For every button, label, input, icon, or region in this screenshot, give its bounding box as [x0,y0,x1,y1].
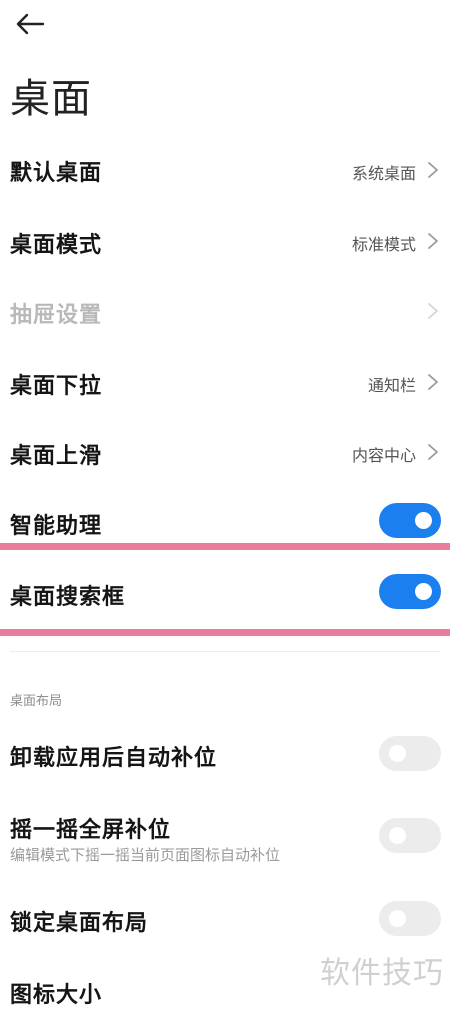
back-arrow-icon [16,13,45,35]
row-value: 通知栏 [367,376,416,395]
section-divider [10,651,440,652]
page-title: 桌面 [10,76,92,122]
row-value: 系统桌面 [351,164,416,183]
row-label: 图标大小 [10,983,103,1008]
toggle-knob [415,512,432,529]
row-label: 卸载应用后自动补位 [10,746,218,771]
row-label: 默认桌面 [10,161,103,186]
highlight-line-top [0,543,450,550]
chevron-right-icon [428,374,438,390]
row-label: 桌面上滑 [10,444,103,469]
row-label: 智能助理 [10,514,103,539]
row-label: 抽屉设置 [10,303,103,328]
row-subtitle: 编辑模式下摇一摇当前页面图标自动补位 [10,846,281,864]
back-button[interactable] [12,8,48,40]
row-default-desktop[interactable]: 默认桌面 系统桌面 [0,135,450,205]
row-label: 摇一摇全屏补位 [10,818,172,843]
highlight-line-bottom [0,629,450,636]
toggle-knob [389,745,406,762]
search-box-toggle[interactable] [379,574,441,609]
row-search-box: 桌面搜索框 [0,556,450,626]
chevron-right-icon [428,162,438,178]
row-auto-fill: 卸载应用后自动补位 [0,720,450,790]
chevron-right-icon [428,303,438,319]
row-label: 锁定桌面布局 [10,911,149,936]
chevron-right-icon [428,444,438,460]
row-lock-layout: 锁定桌面布局 [0,885,450,955]
shake-fill-toggle[interactable] [379,818,441,853]
row-drawer-settings: 抽屉设置 [0,275,450,345]
row-swipe-up[interactable]: 桌面上滑 内容中心 [0,415,450,485]
toggle-knob [389,827,406,844]
chevron-right-icon [428,233,438,249]
row-shake-fill: 摇一摇全屏补位 编辑模式下摇一摇当前页面图标自动补位 [0,800,450,880]
auto-fill-toggle[interactable] [379,736,441,771]
section-header: 桌面布局 [10,694,63,709]
row-label: 桌面搜索框 [10,585,126,610]
row-swipe-down[interactable]: 桌面下拉 通知栏 [0,345,450,415]
row-label: 桌面模式 [10,233,103,258]
toggle-knob [389,910,406,927]
lock-layout-toggle[interactable] [379,901,441,936]
watermark: 软件技巧 [320,956,444,991]
row-value: 内容中心 [351,446,416,465]
toggle-knob [415,583,432,600]
smart-assistant-toggle[interactable] [379,503,441,538]
row-desktop-mode[interactable]: 桌面模式 标准模式 [0,205,450,275]
row-value: 标准模式 [351,235,416,254]
row-label: 桌面下拉 [10,374,103,399]
